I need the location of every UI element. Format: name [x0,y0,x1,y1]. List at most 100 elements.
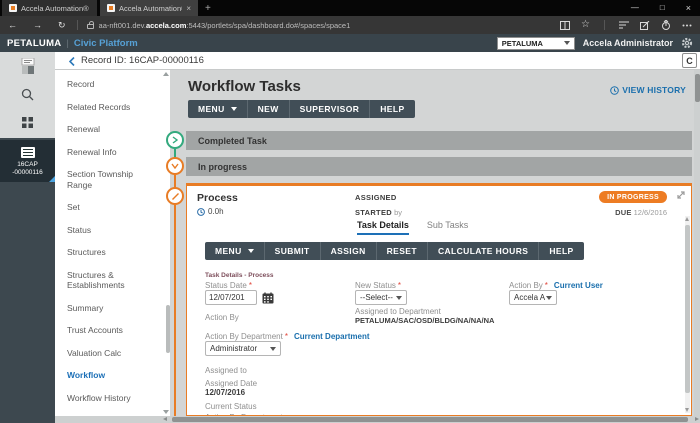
chevron-down-icon [231,107,237,111]
tab-close-icon[interactable]: × [186,4,191,13]
expand-panel-icon[interactable] [676,190,686,200]
back-button[interactable]: ← [0,20,25,30]
divider [604,20,605,30]
favorites-star-icon[interactable]: ☆ [581,20,590,30]
sidebar-item-workflow[interactable]: Workflow [55,364,170,387]
sidebar-item-record[interactable]: Record [55,73,170,96]
sidebar-item-trust-accounts[interactable]: Trust Accounts [55,319,170,342]
sidebar-item-related-records[interactable]: Related Records [55,96,170,119]
agency-select[interactable]: PETALUMA [497,37,575,50]
close-button[interactable]: × [686,0,691,16]
maximize-button[interactable]: □ [660,0,665,16]
share-icon[interactable] [661,20,671,30]
calculate-hours-button[interactable]: CALCULATE HOURS [428,242,539,260]
minimize-button[interactable]: — [631,0,639,16]
sidebar-item-work-order-task[interactable]: Work Order Task [55,409,170,416]
main-horizontal-scrollbar[interactable] [55,416,700,423]
scrollbar-thumb[interactable] [685,225,690,393]
required-marker: * [398,281,401,290]
sidebar-item-renewal-info[interactable]: Renewal Info [55,141,170,164]
tab-title: Accela Automation® [21,4,90,13]
required-marker: * [285,332,288,341]
scroll-right-icon[interactable] [695,417,699,421]
assigned-to-department-label: Assigned to Department [355,307,441,316]
settings-gear-icon[interactable] [681,37,693,49]
sidebar-item-section-township-range[interactable]: Section Township Range [55,163,170,196]
action-by-department-select[interactable]: Administrator [205,341,281,356]
chevron-right-icon [172,136,178,144]
task-menu-button[interactable]: MENU [205,242,265,260]
tab-sub-tasks[interactable]: Sub Tasks [427,220,468,235]
scrollbar-thumb[interactable] [172,417,688,422]
due-date: DUE 12/6/2016 [615,208,667,217]
apps-grid-button[interactable] [0,108,55,136]
new-button[interactable]: NEW [248,100,290,118]
tab-title: Accela Automation® [119,4,182,13]
record-space-tile[interactable]: 16CAP -00000116 [0,140,55,182]
refresh-record-button[interactable]: C [682,53,697,68]
scroll-up-icon[interactable] [163,72,169,76]
scroll-down-icon[interactable] [163,410,169,414]
sidebar-item-summary[interactable]: Summary [55,297,170,320]
help-button[interactable]: HELP [370,100,414,118]
form-section-label: Task Details - Process [205,272,274,279]
sidebar-item-set[interactable]: Set [55,196,170,219]
submit-button[interactable]: SUBMIT [265,242,321,260]
new-status-text: New Status [355,281,396,290]
current-user-link[interactable]: Current User [554,281,603,290]
task-toolbar: MENU SUBMIT ASSIGN RESET CALCULATE HOURS… [205,242,584,260]
sidebar-item-status[interactable]: Status [55,219,170,242]
sidebar-item-renewal[interactable]: Renewal [55,118,170,141]
main-vertical-scrollbar[interactable] [694,70,700,416]
scroll-up-icon[interactable] [685,217,689,221]
forward-button[interactable]: → [25,20,50,30]
new-status-select[interactable]: --Select-- [355,290,407,305]
reading-view-icon[interactable] [560,21,570,30]
tab-task-details[interactable]: Task Details [357,220,409,235]
assigned-label: ASSIGNED [355,193,397,202]
assign-button[interactable]: ASSIGN [321,242,377,260]
view-history-label: VIEW HISTORY [622,85,686,95]
web-note-icon[interactable] [640,21,650,30]
action-by-label: Action By*Current User [509,281,603,290]
browser-tab[interactable]: Accela Automation® [2,0,97,16]
scroll-down-icon[interactable] [685,408,689,412]
action-by-display-label: Action By [205,313,239,322]
sidebar-item-structures-establishments[interactable]: Structures & Establishments [55,264,170,297]
divider: | [66,38,68,48]
logged-in-user: Accela Administrator [583,38,673,48]
sidebar-item-structures[interactable]: Structures [55,241,170,264]
refresh-button[interactable]: ↻ [50,20,74,31]
menu-button[interactable]: MENU [188,100,248,118]
section-completed-task[interactable]: Completed Task [186,131,692,150]
scrollbar-thumb[interactable] [695,74,700,102]
panel-scrollbar[interactable] [685,216,690,413]
back-chevron-icon[interactable] [69,57,75,66]
sidebar-item-workflow-history[interactable]: Workflow History [55,387,170,410]
browser-tab-active[interactable]: Accela Automation® × [100,0,198,16]
sidebar-item-valuation-calc[interactable]: Valuation Calc [55,342,170,365]
date-picker-button[interactable] [260,290,276,305]
action-by-department-value: Administrator [210,344,257,353]
section-in-progress[interactable]: In progress [186,157,692,176]
action-by-value: Accela A [514,293,545,302]
scroll-left-icon[interactable] [163,417,167,421]
more-options-icon[interactable] [682,24,692,27]
task-help-button[interactable]: HELP [539,242,583,260]
status-date-input[interactable] [205,290,257,305]
search-button[interactable] [0,80,55,108]
view-history-link[interactable]: VIEW HISTORY [610,85,686,95]
in-progress-status-icon [166,157,184,175]
assigned-date-value: 12/07/2016 [205,388,245,397]
record-bar: Record ID: 16CAP-00000116 C [55,52,700,70]
new-tab-button[interactable]: + [198,0,218,16]
launchpad-button[interactable] [0,52,55,80]
supervisor-button[interactable]: SUPERVISOR [290,100,371,118]
current-department-link[interactable]: Current Department [294,332,370,341]
action-by-select[interactable]: Accela A [509,290,557,305]
tile-record-id-line2: -00000116 [12,169,43,176]
reset-button[interactable]: RESET [377,242,428,260]
address-bar[interactable]: aa-nft001.dev.accela.com:5443/portlets/s… [99,21,560,30]
search-icon [21,88,34,101]
hub-icon[interactable] [619,21,629,29]
